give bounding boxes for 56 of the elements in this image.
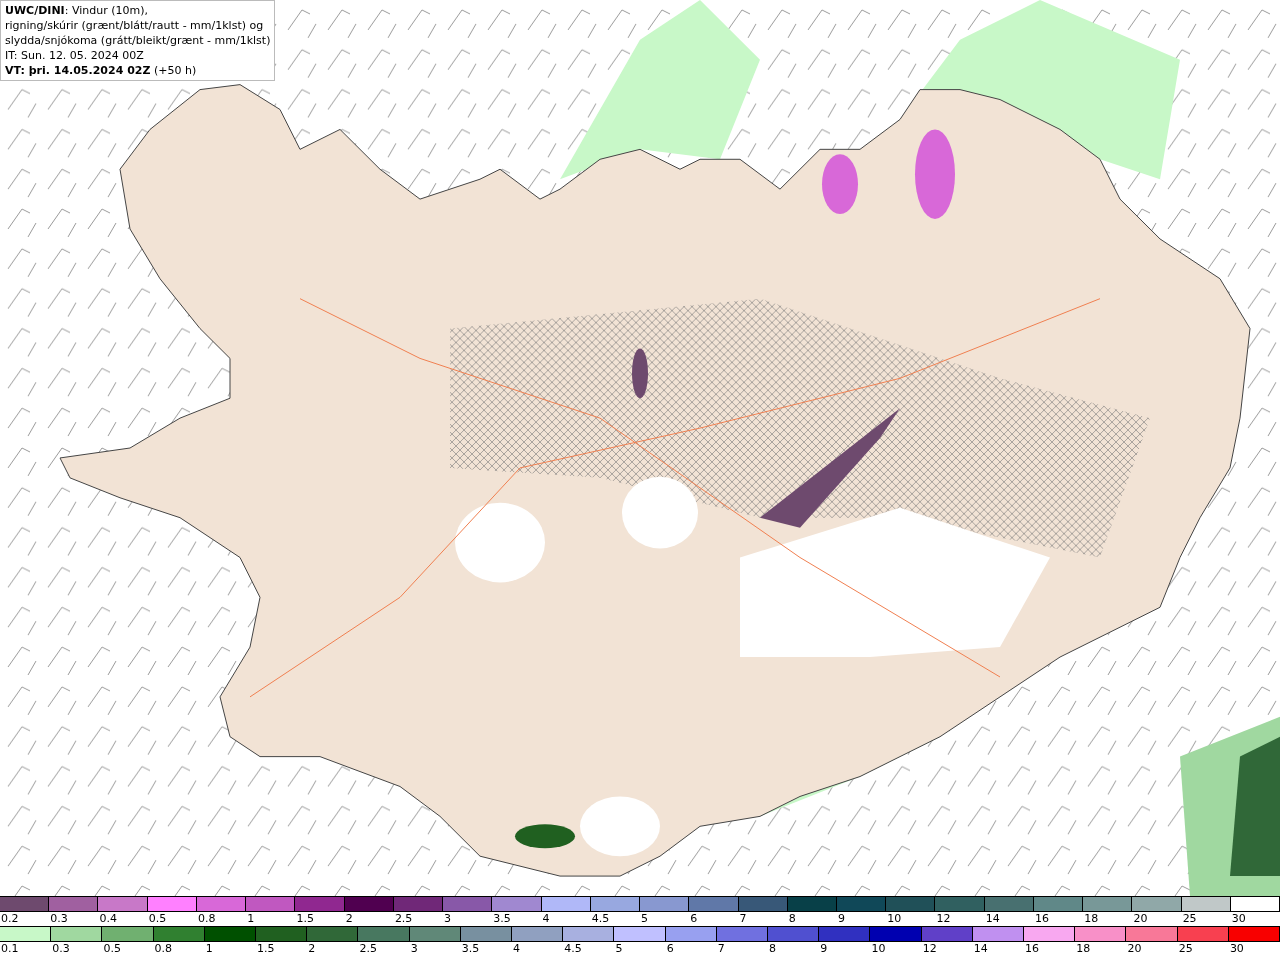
legend-label: 3	[410, 942, 418, 955]
legend-label: 8	[769, 942, 777, 955]
legend-label: 8	[788, 912, 796, 925]
caption-line: IT: Sun. 12. 05. 2024 00Z	[5, 48, 145, 63]
legend-label: 30	[1231, 912, 1246, 925]
legend-label: 3	[444, 912, 452, 925]
legend-label: 14	[973, 942, 988, 955]
legend-label: 20	[1133, 912, 1148, 925]
legend-label: 0.5	[103, 942, 121, 955]
legend-label: 5	[641, 912, 649, 925]
legend-label: 10	[871, 942, 886, 955]
legend-label: 16	[1034, 912, 1049, 925]
legend-label: 25	[1178, 942, 1193, 955]
legend-label: 0.8	[154, 942, 173, 955]
legend-label: 2	[345, 912, 353, 925]
legend-label: 3.5	[493, 912, 511, 925]
legend-label: 3.5	[461, 942, 480, 955]
legend-label: 12	[936, 912, 951, 925]
legend-label: 2	[308, 942, 316, 955]
legend-label: 14	[985, 912, 1000, 925]
legend-label: 2.5	[359, 942, 377, 955]
legend-label: 20	[1127, 942, 1142, 955]
legend-label: 0.5	[148, 912, 167, 925]
legend-label: 7	[717, 942, 725, 955]
legend-label: 4	[542, 912, 550, 925]
caption-line: UWC/DINI: Vindur (10m),	[5, 3, 149, 18]
legend-label: 4.5	[591, 912, 610, 925]
legend-label: 0.3	[52, 942, 70, 955]
caption-line: VT: þri. 14.05.2024 02Z (+50 h)	[5, 63, 198, 78]
legend-label: 0.2	[1, 912, 19, 925]
legend-label: 9	[820, 942, 828, 955]
legend-label: 6	[690, 912, 698, 925]
legend-label: 1	[205, 942, 213, 955]
caption-line: rigning/skúrir (grænt/blátt/rautt - mm/1klst) og	[5, 18, 265, 33]
legend-label: 30	[1229, 942, 1244, 955]
legend-label: 1.5	[296, 912, 314, 925]
legend-label: 10	[887, 912, 902, 925]
legend-label: 5	[615, 942, 623, 955]
legend-label: 7	[739, 912, 747, 925]
legend-label: 2.5	[394, 912, 413, 925]
legend-label: 18	[1076, 942, 1091, 955]
legend-label: 6	[666, 942, 674, 955]
legend-label: 0.8	[197, 912, 216, 925]
legend-label: 0.3	[50, 912, 68, 925]
caption-line: slydda/snjókoma (grátt/bleikt/grænt - mm/1klst)	[5, 33, 271, 48]
legend-label: 12	[922, 942, 937, 955]
legend-label: 1	[247, 912, 255, 925]
legend-label: 4.5	[564, 942, 582, 955]
legend-label: 0.1	[1, 942, 19, 955]
legend-label: 0.4	[99, 912, 117, 925]
legend-label: 9	[838, 912, 845, 925]
legend-label: 25	[1182, 912, 1197, 925]
legend-label: 18	[1084, 912, 1099, 925]
legend-label: 4	[513, 942, 521, 955]
legend-label: 1.5	[257, 942, 275, 955]
legend-label: 16	[1025, 942, 1040, 955]
